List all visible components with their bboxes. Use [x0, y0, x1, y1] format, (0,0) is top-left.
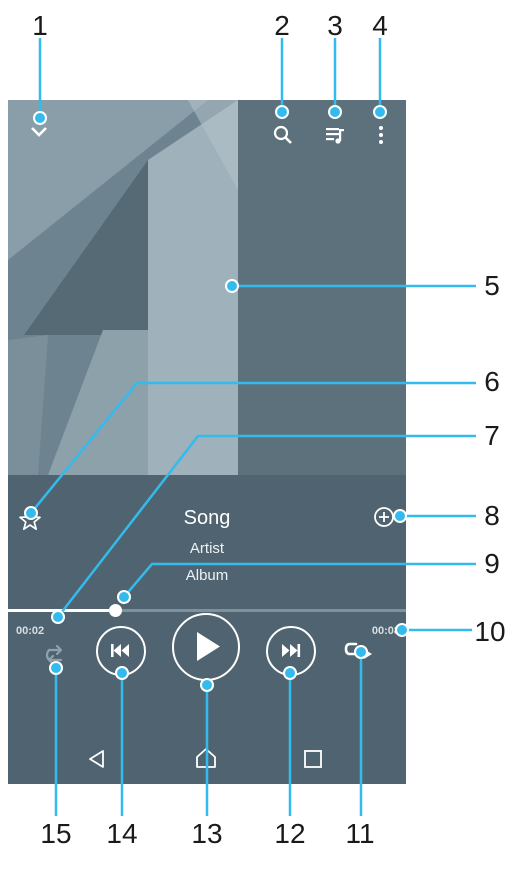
callout-5: 5 — [484, 270, 500, 301]
progress-fill — [8, 609, 116, 612]
progress-track[interactable] — [8, 604, 406, 617]
music-player-screen: Song Artist Album 00:02 00:08 — [8, 100, 406, 784]
callout-12: 12 — [274, 818, 306, 849]
search-icon[interactable] — [272, 124, 294, 146]
callout-14: 14 — [106, 818, 138, 849]
nav-recents-icon[interactable] — [302, 748, 324, 770]
callout-4: 4 — [372, 10, 388, 41]
skip-previous-icon — [111, 644, 129, 657]
album-art-graphic — [8, 100, 406, 475]
star-outline-icon[interactable] — [18, 508, 42, 532]
total-duration: 00:08 — [371, 625, 400, 637]
callout-3: 3 — [327, 10, 343, 41]
add-circle-icon[interactable] — [372, 505, 396, 529]
previous-button[interactable] — [96, 626, 146, 676]
callout-1: 1 — [32, 10, 48, 41]
callout-7: 7 — [484, 420, 500, 451]
callout-2: 2 — [274, 10, 290, 41]
callout-13: 13 — [191, 818, 223, 849]
play-button[interactable] — [172, 613, 240, 681]
nav-home-icon[interactable] — [194, 746, 218, 770]
artist-name: Artist — [189, 540, 225, 557]
queue-music-icon[interactable] — [324, 124, 346, 146]
callout-15: 15 — [40, 818, 72, 849]
progress-thumb[interactable] — [109, 604, 123, 617]
song-title: Song — [183, 507, 231, 529]
elapsed-time: 00:02 — [16, 625, 45, 637]
skip-next-icon — [282, 644, 301, 657]
repeat-icon[interactable] — [342, 638, 376, 668]
more-vertical-icon[interactable] — [371, 124, 391, 146]
next-button[interactable] — [266, 626, 316, 676]
callout-11: 11 — [345, 818, 375, 849]
nav-back-icon[interactable] — [86, 748, 108, 770]
play-icon — [197, 632, 220, 661]
shuffle-icon[interactable] — [40, 640, 70, 670]
callout-10: 10 — [474, 616, 506, 647]
album-name: Album — [185, 567, 229, 584]
callout-6: 6 — [484, 366, 500, 397]
callout-8: 8 — [484, 500, 500, 531]
chevron-down-icon[interactable] — [28, 124, 50, 140]
callout-9: 9 — [484, 548, 500, 579]
album-art[interactable] — [8, 100, 406, 475]
